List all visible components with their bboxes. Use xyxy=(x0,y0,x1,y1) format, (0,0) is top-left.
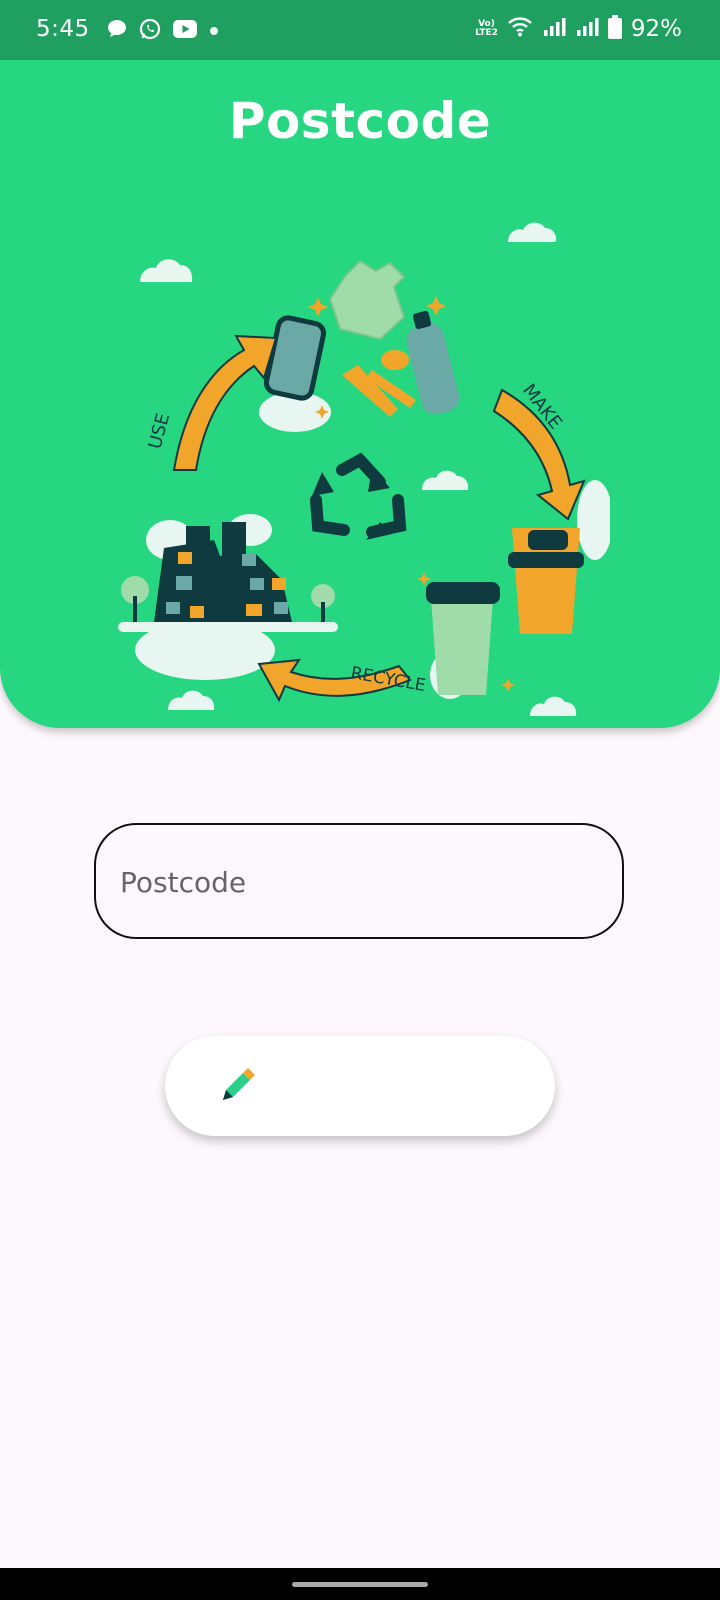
green-bin-icon xyxy=(426,582,500,695)
postcode-input[interactable] xyxy=(118,825,602,939)
volte-badge: Vo) LTE2 xyxy=(475,19,498,38)
edit-button[interactable] xyxy=(165,1036,555,1136)
youtube-icon xyxy=(172,19,198,43)
bag-icon xyxy=(328,259,406,341)
arrow-use-icon xyxy=(172,334,278,471)
battery-percent: 92% xyxy=(630,16,682,42)
header-card: Postcode USE MAKE RECYCLE xyxy=(0,60,720,728)
orange-bin-icon xyxy=(508,528,584,634)
page-title: Postcode xyxy=(228,92,492,150)
whatsapp-icon xyxy=(138,17,162,45)
system-status-icons: Vo) LTE2 92% xyxy=(475,15,682,43)
home-handle[interactable] xyxy=(292,1582,428,1587)
wifi-icon xyxy=(507,16,533,42)
utensils-icon xyxy=(342,350,416,417)
status-time: 5:45 xyxy=(36,16,90,42)
postcode-field[interactable] xyxy=(94,823,624,939)
signal-icon-2 xyxy=(575,16,599,42)
svg-text:USE: USE xyxy=(145,411,175,451)
notification-icons xyxy=(106,17,220,45)
phone-icon xyxy=(263,315,327,401)
recycle-symbol-icon xyxy=(310,452,407,538)
dot-icon xyxy=(208,22,220,41)
signal-icon xyxy=(542,16,566,42)
status-bar: 5:45 Vo) LTE2 92% xyxy=(0,0,720,60)
pencil-icon xyxy=(217,1066,257,1109)
battery-icon xyxy=(607,15,622,43)
chat-bubble-icon xyxy=(106,18,128,44)
recycling-illustration: USE MAKE RECYCLE xyxy=(118,222,610,716)
navigation-bar xyxy=(0,1568,720,1600)
